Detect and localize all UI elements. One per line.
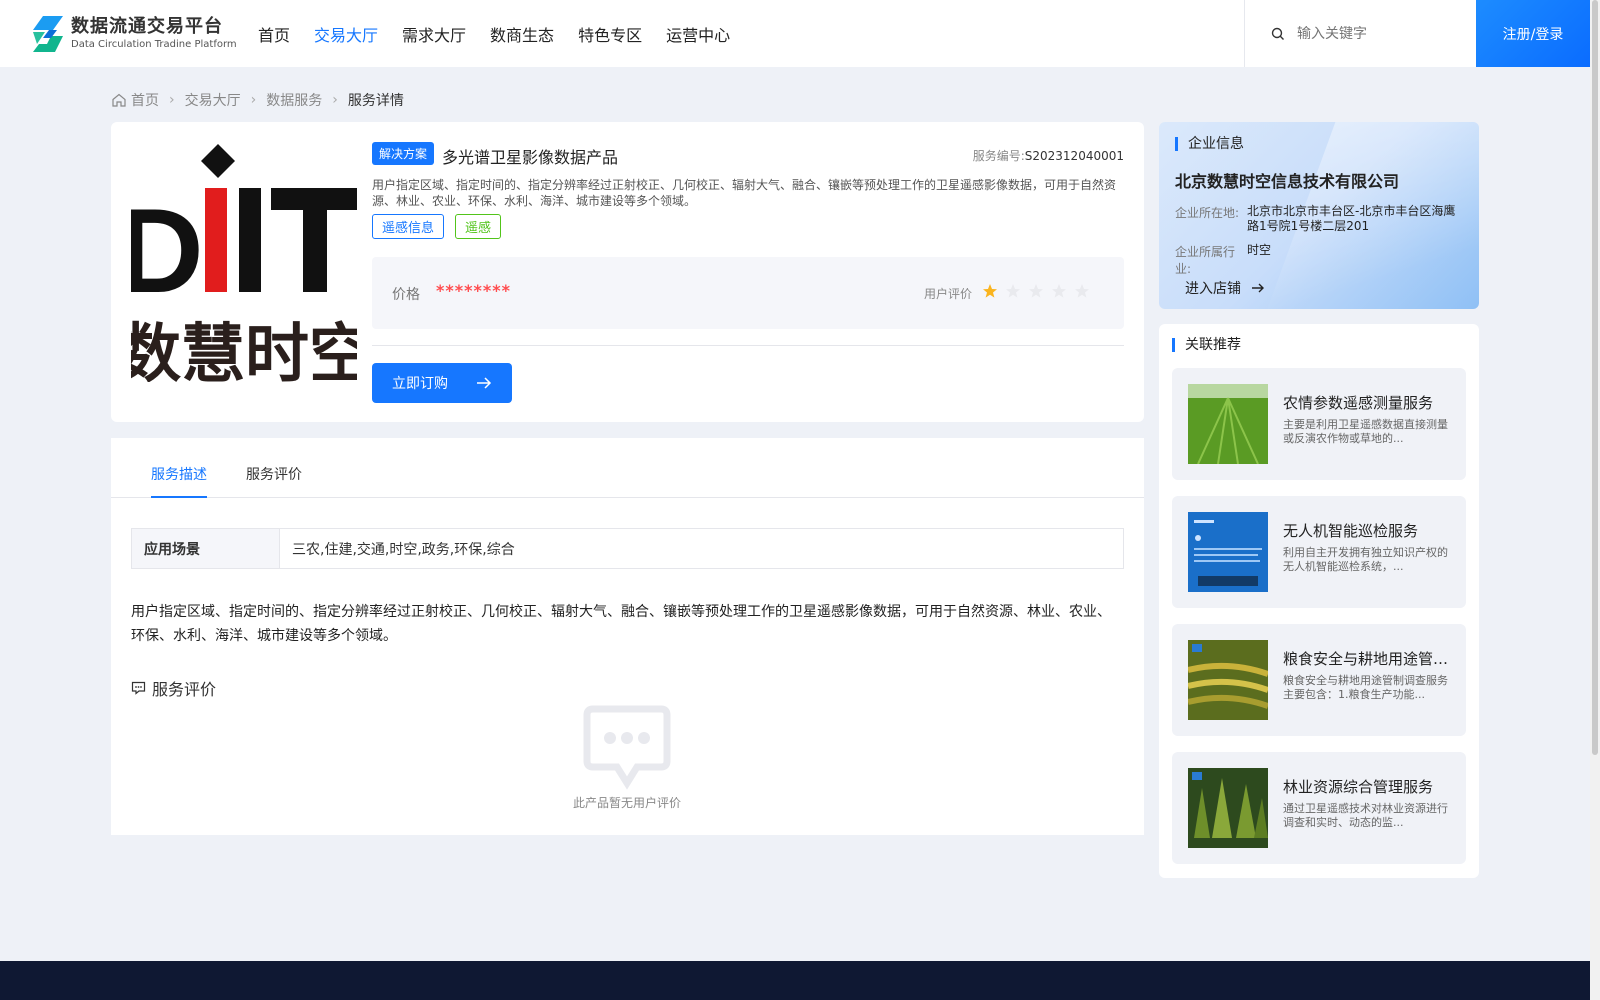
nav-ecosystem[interactable]: 数商生态 (490, 22, 554, 46)
page-scrollbar-thumb[interactable] (1592, 0, 1598, 755)
active-tab-indicator (151, 496, 207, 498)
rating-label: 用户评价 (924, 287, 973, 301)
top-header: 数据流通交易平台 Data Circulation Tradine Platfo… (0, 0, 1590, 67)
star-icon (1075, 284, 1089, 298)
page-footer (0, 961, 1590, 1000)
price-value: ******** (436, 281, 511, 300)
related-item[interactable]: 农情参数遥感测量服务 主要是利用卫星遥感数据直接测量或反演农作物或草地的... (1172, 368, 1466, 480)
search-input[interactable] (1297, 25, 1467, 42)
related-item-image (1188, 384, 1268, 464)
price-label: 价格 (392, 287, 420, 303)
scenario-label: 应用场景 (132, 529, 280, 568)
nav-special-zone[interactable]: 特色专区 (578, 22, 642, 46)
nav-trading-hall[interactable]: 交易大厅 (314, 22, 378, 46)
breadcrumb-data-service[interactable]: 数据服务 (266, 90, 322, 110)
tab-service-review[interactable]: 服务评价 (246, 464, 302, 484)
related-item-title: 无人机智能巡检服务 (1283, 522, 1419, 540)
star-icon (1006, 284, 1020, 298)
search-box (1244, 0, 1476, 67)
related-item[interactable]: 林业资源综合管理服务 通过卫星遥感技术对林业资源进行调查和实时、动态的监... (1172, 752, 1466, 864)
product-logo-image: D 数慧时空 (131, 142, 357, 382)
company-section-title: 企业信息 (1175, 137, 1244, 151)
related-item-desc: 主要是利用卫星遥感数据直接测量或反演农作物或草地的... (1283, 418, 1448, 445)
empty-review-text: 此产品暂无用户评价 (572, 796, 681, 810)
logo-icon (29, 14, 67, 54)
svg-text:D: D (131, 184, 204, 318)
divider (372, 345, 1124, 346)
related-item[interactable]: 无人机智能巡检服务 利用自主开发拥有独立知识产权的无人机智能巡检系统，... (1172, 496, 1466, 608)
company-location: 企业所在地: 北京市北京市丰台区-北京市丰台区海鹰路1号院1号楼二层201 (1175, 204, 1456, 233)
chevron-right-icon: › (332, 92, 338, 108)
login-register-button[interactable]: 注册/登录 (1476, 0, 1590, 67)
tag-remote-sensing[interactable]: 遥感 (455, 214, 502, 239)
price-panel: 价格 ******** 用户评价 (372, 257, 1124, 329)
related-item-image (1188, 768, 1268, 848)
related-item-desc: 粮食安全与耕地用途管制调查服务主要包含：1.粮食生产功能... (1283, 674, 1448, 701)
order-now-button[interactable]: 立即订购 (372, 363, 512, 403)
rating-stars (982, 283, 1090, 299)
related-item-image (1188, 640, 1268, 720)
related-item-title: 粮食安全与耕地用途管制调查 (1283, 650, 1453, 668)
logo-subtitle: Data Circulation Tradine Platform (71, 39, 237, 50)
service-long-description: 用户指定区域、指定时间的、指定分辨率经过正射校正、几何校正、辐射大气、融合、镶嵌… (131, 604, 1111, 644)
related-item-desc: 利用自主开发拥有独立知识产权的无人机智能巡检系统，... (1283, 546, 1448, 573)
review-heading: 服务评价 (131, 676, 216, 700)
breadcrumb: 首页 › 交易大厅 › 数据服务 › 服务详情 (111, 90, 404, 110)
related-item[interactable]: 粮食安全与耕地用途管制调查 粮食安全与耕地用途管制调查服务主要包含：1.粮食生产… (1172, 624, 1466, 736)
product-title: 多光谱卫星影像数据产品 (442, 148, 619, 167)
company-industry: 企业所属行业: 时空 (1175, 243, 1272, 276)
breadcrumb-home[interactable]: 首页 (111, 90, 159, 110)
product-description: 用户指定区域、指定时间的、指定分辨率经过正射校正、几何校正、辐射大气、融合、镶嵌… (372, 178, 1117, 208)
search-icon[interactable] (1271, 27, 1285, 41)
home-icon (112, 93, 126, 107)
nav-demand-hall[interactable]: 需求大厅 (402, 22, 466, 46)
service-number: 服务编号:S202312040001 (972, 149, 1124, 163)
related-section-title: 关联推荐 (1172, 338, 1241, 352)
scenario-value: 三农,住建,交通,时空,政务,环保,综合 (292, 541, 515, 558)
description-panel: 服务描述 服务评价 应用场景 三农,住建,交通,时空,政务,环保,综合 用户指定… (111, 438, 1144, 835)
nav-home[interactable]: 首页 (258, 22, 290, 46)
company-name: 北京数慧时空信息技术有限公司 (1175, 172, 1400, 191)
company-info-card: 企业信息 北京数慧时空信息技术有限公司 企业所在地: 北京市北京市丰台区-北京市… (1159, 122, 1479, 309)
related-item-title: 林业资源综合管理服务 (1283, 778, 1434, 796)
product-card: D 数慧时空 解决方案 多光谱卫星影像数据产品 服务编号:S2023120400… (111, 122, 1144, 422)
related-recommendations: 关联推荐 农情参数遥感测量服务 主要是利用卫星遥感数据直接测量或反演农作物或草地… (1159, 324, 1479, 878)
empty-comment-icon (583, 703, 671, 795)
logo-title: 数据流通交易平台 (71, 16, 223, 37)
enter-shop-link[interactable]: 进入店铺 (1185, 278, 1265, 298)
chevron-right-icon: › (250, 92, 257, 108)
main-nav: 首页 交易大厅 需求大厅 数商生态 特色专区 运营中心 (258, 22, 730, 46)
chevron-right-icon: › (169, 92, 175, 108)
related-item-image (1188, 512, 1268, 592)
scenario-table: 应用场景 三农,住建,交通,时空,政务,环保,综合 (131, 528, 1124, 569)
breadcrumb-current: 服务详情 (347, 93, 404, 109)
tab-service-description[interactable]: 服务描述 (151, 464, 207, 484)
star-icon (1029, 284, 1043, 298)
star-icon (1052, 284, 1066, 298)
arrow-right-icon (477, 377, 492, 389)
tag-remote-sensing-info[interactable]: 遥感信息 (372, 214, 445, 239)
arrow-right-icon (1252, 283, 1264, 293)
platform-logo[interactable]: 数据流通交易平台 Data Circulation Tradine Platfo… (29, 14, 237, 54)
breadcrumb-trading-hall[interactable]: 交易大厅 (185, 90, 241, 110)
logo-caption: 数慧时空 (131, 318, 357, 382)
detail-tabs: 服务描述 服务评价 (111, 438, 1144, 498)
nav-operation-center[interactable]: 运营中心 (666, 22, 730, 46)
comment-icon (131, 681, 146, 695)
star-icon (983, 284, 997, 298)
related-item-desc: 通过卫星遥感技术对林业资源进行调查和实时、动态的监... (1283, 802, 1448, 829)
solution-badge: 解决方案 (372, 142, 435, 165)
related-item-title: 农情参数遥感测量服务 (1283, 394, 1434, 412)
